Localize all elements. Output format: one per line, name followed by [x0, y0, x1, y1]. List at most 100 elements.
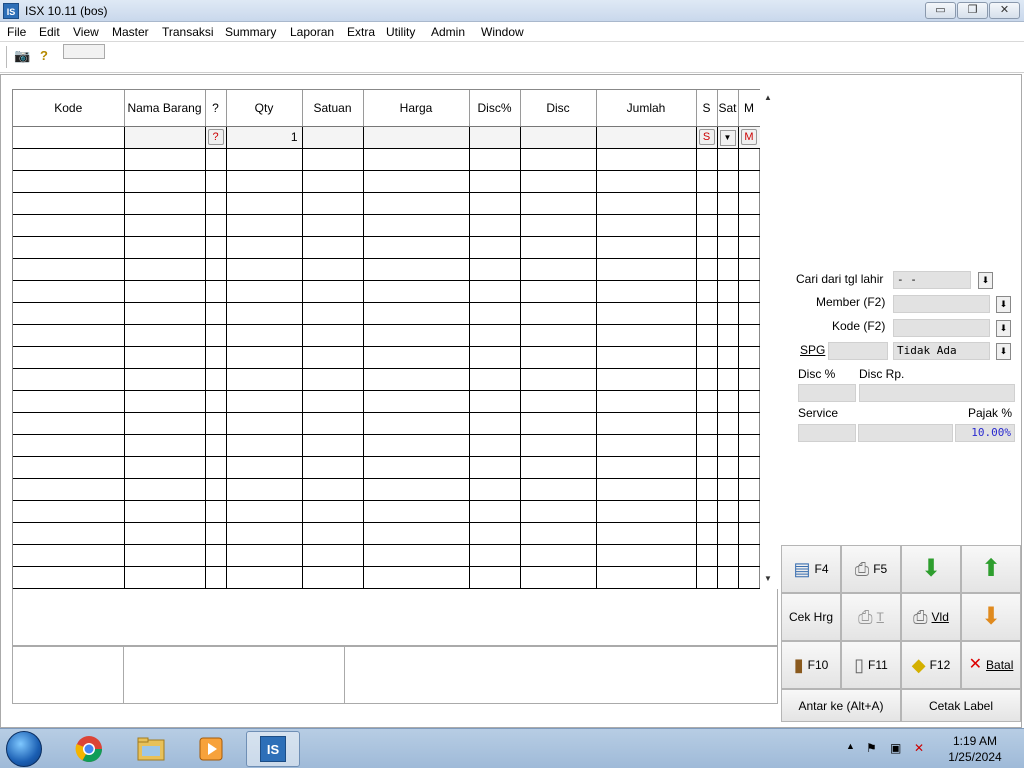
table-cell[interactable] [520, 192, 597, 215]
table-cell[interactable] [596, 544, 697, 567]
table-cell[interactable] [520, 346, 597, 369]
table-cell[interactable] [226, 346, 303, 369]
table-cell[interactable] [363, 258, 470, 281]
table-cell[interactable] [738, 390, 761, 413]
nama-barang-cell[interactable] [124, 126, 206, 149]
table-cell[interactable] [302, 170, 364, 193]
table-cell[interactable] [469, 434, 521, 457]
table-cell[interactable] [717, 346, 739, 369]
col-question[interactable]: ? [205, 90, 227, 127]
table-cell[interactable] [124, 500, 206, 523]
vld-button[interactable]: ⎙ Vld [901, 593, 961, 641]
table-cell[interactable] [469, 324, 521, 347]
table-cell[interactable] [738, 478, 761, 501]
antar-button[interactable]: Antar ke (Alt+A) [781, 689, 901, 722]
table-cell[interactable] [363, 500, 470, 523]
table-cell[interactable] [13, 456, 125, 479]
table-cell[interactable] [738, 170, 761, 193]
table-cell[interactable] [717, 456, 739, 479]
col-s[interactable]: S [696, 90, 718, 127]
table-cell[interactable] [717, 170, 739, 193]
table-cell[interactable] [596, 170, 697, 193]
table-row[interactable] [13, 522, 761, 545]
table-cell[interactable] [205, 456, 227, 479]
table-cell[interactable] [13, 478, 125, 501]
table-cell[interactable] [696, 544, 718, 567]
kode-dropdown-icon[interactable]: ⬇ [996, 320, 1011, 337]
table-cell[interactable] [596, 148, 697, 171]
spg-dropdown-icon[interactable]: ⬇ [996, 343, 1011, 360]
table-cell[interactable] [696, 192, 718, 215]
table-cell[interactable] [696, 456, 718, 479]
action-center-flag-icon[interactable]: ⚑ [866, 741, 877, 755]
table-cell[interactable] [363, 522, 470, 545]
table-cell[interactable] [469, 346, 521, 369]
table-cell[interactable] [13, 302, 125, 325]
table-cell[interactable] [469, 412, 521, 435]
table-cell[interactable] [13, 346, 125, 369]
cari-dropdown-icon[interactable]: ⬇ [978, 272, 993, 289]
table-cell[interactable] [596, 258, 697, 281]
table-cell[interactable] [205, 478, 227, 501]
table-cell[interactable] [363, 324, 470, 347]
sat-dropdown[interactable]: ▼ [719, 129, 736, 146]
table-cell[interactable] [205, 280, 227, 303]
table-cell[interactable] [124, 368, 206, 391]
table-cell[interactable] [363, 368, 470, 391]
table-cell[interactable] [717, 214, 739, 237]
table-cell[interactable] [520, 522, 597, 545]
table-cell[interactable] [696, 258, 718, 281]
spg-code-field[interactable] [828, 342, 888, 360]
table-cell[interactable] [596, 500, 697, 523]
table-cell[interactable] [469, 522, 521, 545]
table-cell[interactable] [520, 390, 597, 413]
table-cell[interactable] [302, 214, 364, 237]
f12-button[interactable]: ◆ F12 [901, 641, 961, 689]
media-player-taskbar-button[interactable] [184, 731, 238, 767]
table-cell[interactable] [738, 302, 761, 325]
restore-button[interactable]: ❐ [957, 2, 988, 19]
table-cell[interactable] [363, 346, 470, 369]
table-cell[interactable] [124, 456, 206, 479]
network-icon[interactable]: ▣ [890, 741, 901, 755]
table-cell[interactable] [302, 346, 364, 369]
table-cell[interactable] [205, 346, 227, 369]
table-cell[interactable] [226, 368, 303, 391]
table-cell[interactable] [363, 544, 470, 567]
table-cell[interactable] [696, 302, 718, 325]
table-row[interactable] [13, 456, 761, 479]
table-cell[interactable] [717, 324, 739, 347]
col-satuan[interactable]: Satuan [302, 90, 364, 127]
table-cell[interactable] [520, 478, 597, 501]
table-cell[interactable] [469, 170, 521, 193]
table-cell[interactable] [696, 434, 718, 457]
col-disc-pct[interactable]: Disc% [469, 90, 521, 127]
table-cell[interactable] [302, 192, 364, 215]
disc-rp-field[interactable] [859, 384, 1015, 402]
f10-button[interactable]: ▮ F10 [781, 641, 841, 689]
table-cell[interactable] [696, 148, 718, 171]
table-cell[interactable] [302, 478, 364, 501]
menu-laporan[interactable]: Laporan [290, 25, 334, 39]
menu-file[interactable]: File [7, 25, 26, 39]
table-cell[interactable] [226, 192, 303, 215]
table-cell[interactable] [226, 544, 303, 567]
table-cell[interactable] [302, 522, 364, 545]
kode-field[interactable] [893, 319, 990, 337]
table-cell[interactable] [13, 258, 125, 281]
f4-button[interactable]: ▤ F4 [781, 545, 841, 593]
table-row[interactable] [13, 434, 761, 457]
table-row[interactable] [13, 280, 761, 303]
table-cell[interactable] [596, 368, 697, 391]
volume-muted-icon[interactable]: ✕ [914, 741, 924, 755]
menu-view[interactable]: View [73, 25, 99, 39]
table-cell[interactable] [520, 148, 597, 171]
table-cell[interactable] [469, 544, 521, 567]
move-up-button[interactable]: ⬆ [961, 545, 1021, 593]
col-qty[interactable]: Qty [226, 90, 303, 127]
table-cell[interactable] [363, 148, 470, 171]
table-cell[interactable] [13, 170, 125, 193]
table-cell[interactable] [205, 192, 227, 215]
minimize-button[interactable]: ▭ [925, 2, 956, 19]
table-cell[interactable] [13, 500, 125, 523]
